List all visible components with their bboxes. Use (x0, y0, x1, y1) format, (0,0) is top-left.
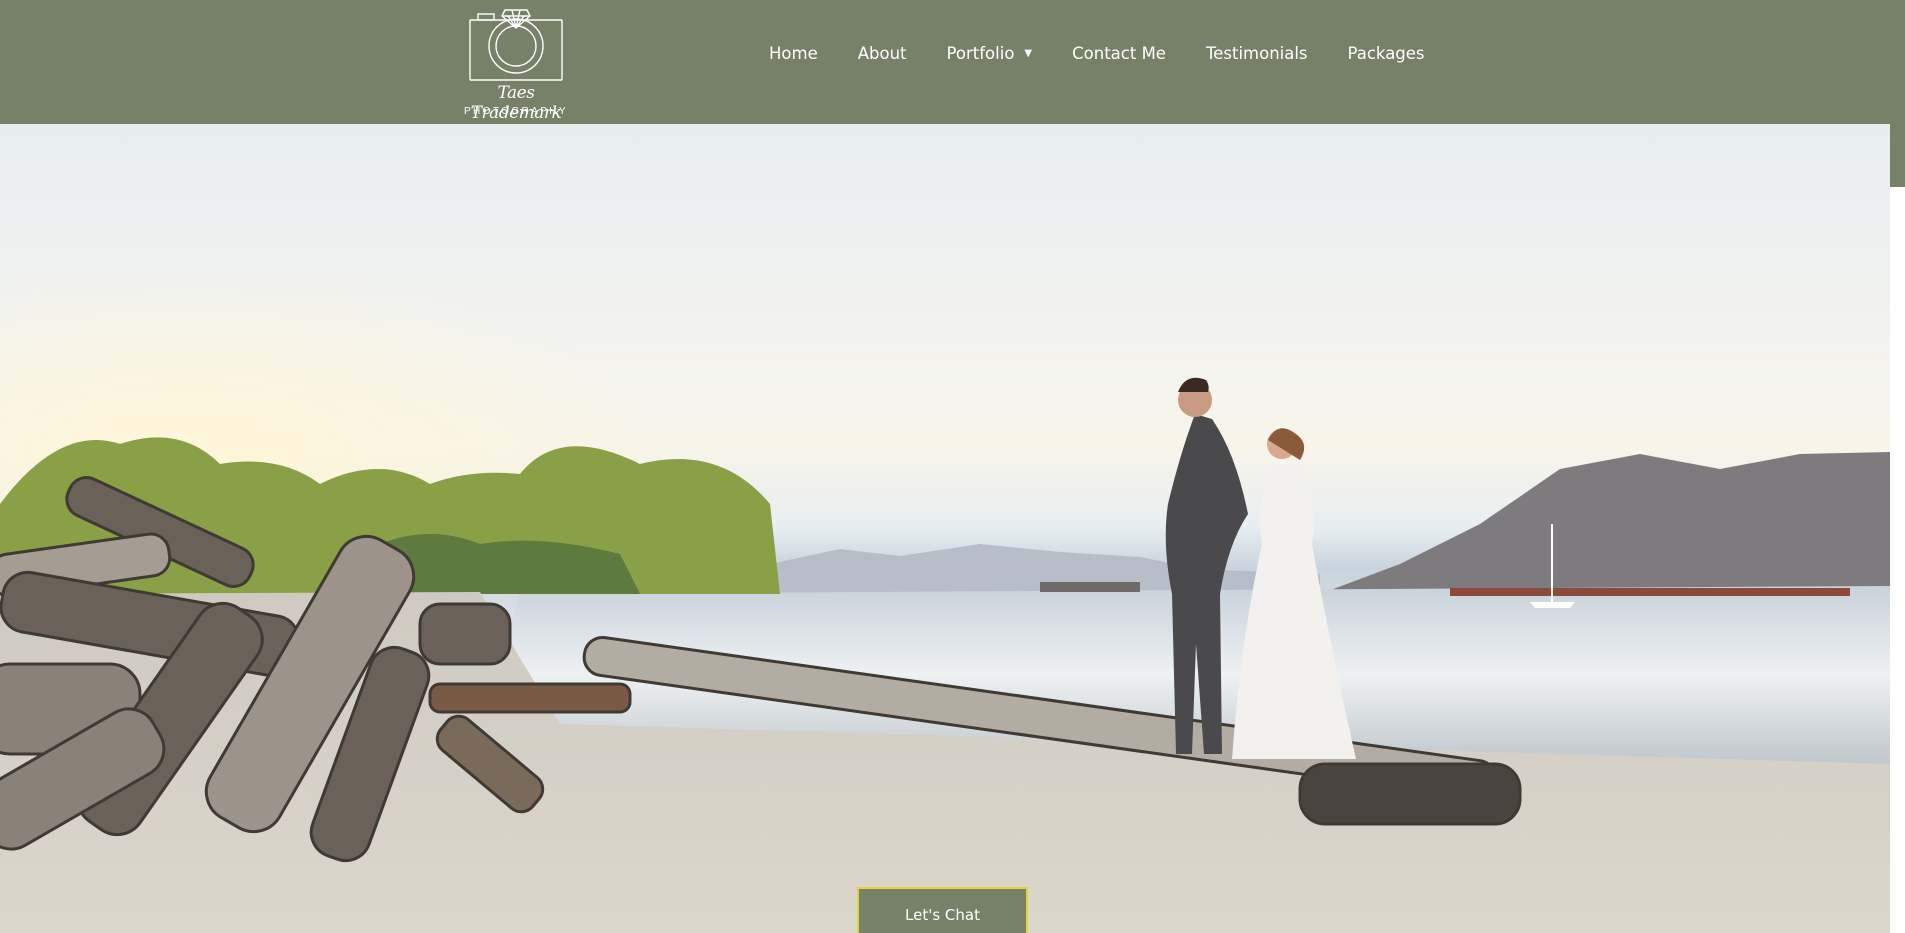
nav-item-label: Packages (1347, 44, 1425, 63)
nav-item-testimonials[interactable]: Testimonials (1206, 43, 1308, 65)
main-nav: Home About Portfolio ▼ Contact Me Testim… (769, 43, 1425, 65)
nav-item-about[interactable]: About (858, 43, 907, 65)
caret-down-icon: ▼ (1024, 48, 1033, 59)
nav-item-label: Testimonials (1205, 44, 1308, 63)
site-logo[interactable]: Taes Trademark PHOTOGRAPHY (462, 2, 570, 123)
lets-chat-button[interactable]: Let's Chat (857, 887, 1028, 933)
nav-item-label: Contact Me (1072, 44, 1166, 63)
wedding-couple-beach-photo-icon (0, 124, 1890, 933)
site-header: Taes Trademark PHOTOGRAPHY Home About Po… (0, 0, 1905, 124)
camera-ring-logo-icon (469, 9, 563, 81)
nav-item-home[interactable]: Home (769, 43, 818, 65)
header-edge-strip (1890, 124, 1905, 187)
nav-item-label: Portfolio (946, 44, 1015, 63)
nav-item-packages[interactable]: Packages (1348, 43, 1425, 65)
nav-item-label: About (857, 44, 907, 63)
nav-item-portfolio[interactable]: Portfolio ▼ (947, 43, 1033, 65)
nav-item-label: Home (769, 44, 818, 63)
nav-item-contact-me[interactable]: Contact Me (1072, 43, 1166, 65)
hero-banner: Let's Chat (0, 124, 1890, 933)
logo-subtitle: PHOTOGRAPHY (463, 106, 568, 117)
